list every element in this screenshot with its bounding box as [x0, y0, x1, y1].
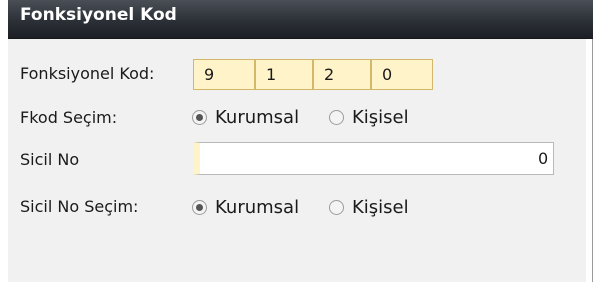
fonksiyonel-kod-label: Fonksiyonel Kod:: [20, 64, 155, 83]
fkod-digit-1[interactable]: 9: [193, 59, 255, 90]
fkod-kisisel-radio[interactable]: [329, 110, 344, 125]
panel-header: Fonksiyonel Kod: [8, 0, 593, 39]
sicil-no-input[interactable]: [193, 142, 554, 175]
fkod-secim-label: Fkod Seçim:: [20, 108, 118, 127]
sicil-no-secim-label: Sicil No Seçim:: [20, 197, 139, 216]
panel-title: Fonksiyonel Kod: [20, 5, 177, 25]
sicil-kisisel-label[interactable]: Kişisel: [352, 197, 409, 219]
fkod-digit-2[interactable]: 1: [255, 59, 313, 90]
fkod-digit-3[interactable]: 2: [313, 59, 371, 90]
panel-border: [592, 0, 593, 282]
fkod-kurumsal-label[interactable]: Kurumsal: [215, 107, 299, 129]
fkod-kisisel-label[interactable]: Kişisel: [352, 107, 409, 129]
sicil-kurumsal-radio[interactable]: [192, 200, 207, 215]
fkod-digit-4[interactable]: 0: [371, 59, 433, 90]
fkod-kurumsal-radio[interactable]: [192, 110, 207, 125]
sicil-no-label: Sicil No: [20, 150, 80, 169]
sicil-no-tail-text: 0: [538, 149, 549, 168]
form-panel: [8, 0, 586, 282]
sicil-kurumsal-label[interactable]: Kurumsal: [215, 197, 299, 219]
sicil-kisisel-radio[interactable]: [329, 200, 344, 215]
